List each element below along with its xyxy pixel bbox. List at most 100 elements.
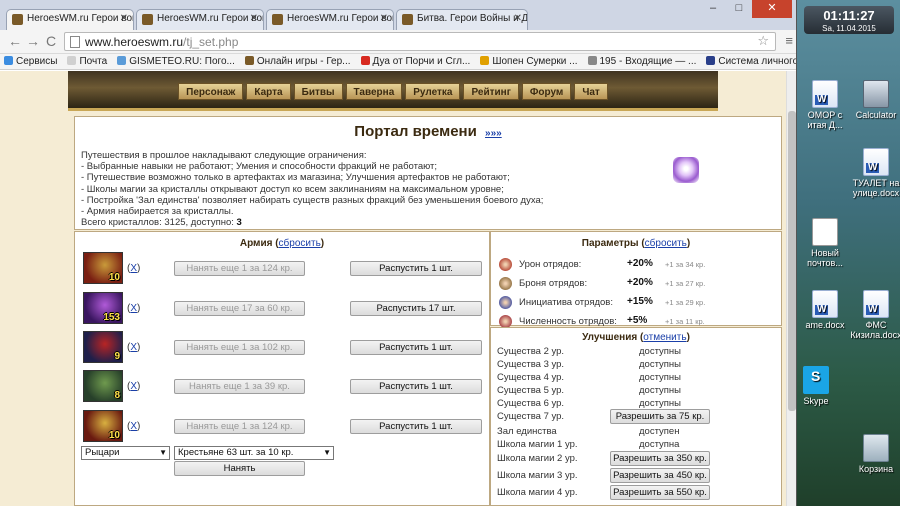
remove-unit[interactable]: (X) [127,342,140,353]
close-icon[interactable]: ✕ [120,13,128,24]
param-cost-link[interactable]: +1 за 11 кр. [665,317,705,326]
hire-more-button[interactable]: Нанять еще 1 за 124 кр. [174,261,305,276]
page-info-icon[interactable] [70,36,80,48]
remove-unit-link[interactable]: X [130,381,137,392]
site-nav-item[interactable]: Битвы [293,83,343,100]
faction-select[interactable]: Рыцари ▼ [81,446,170,460]
clock-time: 01:11:27 [823,8,875,23]
upgrade-status: доступна [639,439,680,450]
param-icon [499,277,512,290]
desktop-icon-file[interactable]: Новый почтов... [795,218,855,268]
upgrade-row: Существа 5 ур. доступны [497,385,777,398]
remove-unit[interactable]: (X) [127,381,140,392]
dismiss-button[interactable]: Распустить 17 шт. [350,301,482,316]
menu-icon[interactable]: ≡ [785,33,793,48]
army-reset-link[interactable]: сбросить [279,238,321,249]
forward-arrow-icon[interactable]: → [24,33,42,49]
param-cost-link[interactable]: +1 за 34 кр. [665,260,705,269]
unit-count: 8 [114,390,120,401]
hire-more-button[interactable]: Нанять еще 17 за 60 кр. [174,301,305,316]
crystals-info: Всего кристаллов: 3125, доступно: 3 [81,217,242,228]
remove-unit[interactable]: (X) [127,263,140,274]
site-nav-item[interactable]: Форум [521,83,572,100]
hire-more-button[interactable]: Нанять еще 1 за 39 кр. [174,379,305,394]
chevron-down-icon: ▼ [323,448,331,457]
bookmark-item[interactable]: Сервисы [4,54,57,69]
allow-upgrade-button[interactable]: Разрешить за 550 кр. [610,485,710,500]
more-link[interactable]: »»» [485,128,502,139]
heroeswm-favicon-icon [402,14,413,25]
back-arrow-icon[interactable]: ← [6,33,24,49]
minimize-button[interactable]: – [700,0,726,18]
reload-icon[interactable]: C [42,33,60,49]
dismiss-button[interactable]: Распустить 1 шт. [350,419,482,434]
hire-button[interactable]: Нанять [174,461,305,476]
param-icon [499,258,512,271]
upgrade-status: доступен [639,426,680,437]
allow-upgrade-button[interactable]: Разрешить за 350 кр. [610,451,710,466]
desktop-icon-label: ФМС Кизила.docx [850,320,900,340]
creature-select[interactable]: Крестьяне 63 шт. за 10 кр. ▼ [174,446,334,460]
remove-unit-link[interactable]: X [130,342,137,353]
upgrades-cancel-link[interactable]: отменить [643,332,686,343]
bookmark-item[interactable]: Система личного п... [706,54,796,69]
browser-window: HeroesWM.ru Герои войны ✕ HeroesWM.ru Ге… [0,0,797,506]
bookmark-favicon-icon [360,56,370,65]
param-row: Урон отрядов: +20% +1 за 34 кр. [497,257,777,273]
bookmark-item[interactable]: Почта [67,54,107,69]
unit-thumbnail: 153 [83,292,123,324]
close-icon[interactable]: ✕ [380,13,388,24]
remove-unit-link[interactable]: X [130,263,137,274]
site-nav-item[interactable]: Персонаж [178,83,244,100]
bookmark-item[interactable]: Дуа от Порчи и Сгл... [360,54,470,69]
site-nav-item[interactable]: Чат [574,83,608,100]
allow-upgrade-button[interactable]: Разрешить за 450 кр. [610,468,710,483]
tab-battle[interactable]: Битва. Герои Войны и Де ✕ [396,9,528,30]
hire-more-button[interactable]: Нанять еще 1 за 124 кр. [174,419,305,434]
file-icon [812,218,838,246]
close-icon[interactable]: ✕ [250,13,258,24]
close-icon[interactable]: ✕ [514,13,522,24]
params-reset-link[interactable]: сбросить [645,238,687,249]
desktop-icon-bin[interactable]: Корзина [846,434,900,474]
bookmark-item[interactable]: 195 - Входящие — ... [587,54,696,69]
allow-upgrade-button[interactable]: Разрешить за 75 кр. [610,409,710,424]
close-window-button[interactable]: ✕ [752,0,792,18]
desktop-icon-word[interactable]: ТУАЛЕТ на улице.docx [846,148,900,198]
param-cost-link[interactable]: +1 за 27 кр. [665,279,705,288]
dismiss-button[interactable]: Распустить 1 шт. [350,379,482,394]
page-scrollbar[interactable] [786,71,796,506]
tab-title: HeroesWM.ru Герои войн [287,13,394,24]
remove-unit-link[interactable]: X [130,303,137,314]
remove-unit-link[interactable]: X [130,421,137,432]
param-cost-link[interactable]: +1 за 29 кр. [665,298,705,307]
site-nav-item[interactable]: Таверна [345,83,403,100]
bookmark-item[interactable]: GISMETEO.RU: Пого... [117,54,235,69]
bookmark-label: Онлайн игры - Гер... [256,56,351,67]
param-row: Инициатива отрядов: +15% +1 за 29 кр. [497,295,777,311]
bookmark-item[interactable]: Онлайн игры - Гер... [244,54,351,69]
tab-heroeswm-3[interactable]: HeroesWM.ru Герои войн ✕ [266,9,394,30]
desktop-icon-calc[interactable]: Calculator [846,80,900,120]
remove-unit[interactable]: (X) [127,421,140,432]
site-nav-item[interactable]: Карта [246,83,291,100]
maximize-button[interactable]: □ [726,0,752,18]
upgrade-row: Существа 4 ур. доступны [497,372,777,385]
dismiss-button[interactable]: Распустить 1 шт. [350,340,482,355]
tab-heroeswm-1[interactable]: HeroesWM.ru Герои войны ✕ [6,9,134,30]
address-bar[interactable]: www.heroeswm.ru/tj_set.php ☆ [64,32,776,51]
upgrade-status: доступны [639,372,682,383]
upgrade-row: Существа 7 ур. Разрешить за 75 кр. [497,409,777,424]
page-title: Портал времени »»» [75,123,781,140]
remove-unit[interactable]: (X) [127,303,140,314]
desktop-icon-word[interactable]: ФМС Кизила.docx [846,290,900,340]
bookmark-star-icon[interactable]: ☆ [757,33,769,49]
desktop-icon-skype[interactable]: Skype [786,366,846,406]
hire-more-button[interactable]: Нанять еще 1 за 102 кр. [174,340,305,355]
tab-heroeswm-2[interactable]: HeroesWM.ru Герои войн ✕ [136,9,264,30]
dismiss-button[interactable]: Распустить 1 шт. [350,261,482,276]
site-nav-item[interactable]: Рулетка [405,83,461,100]
site-nav-item[interactable]: Рейтинг [463,83,519,100]
upgrade-status: доступны [639,346,682,357]
bookmark-item[interactable]: Шопен Сумерки ... [480,54,578,69]
